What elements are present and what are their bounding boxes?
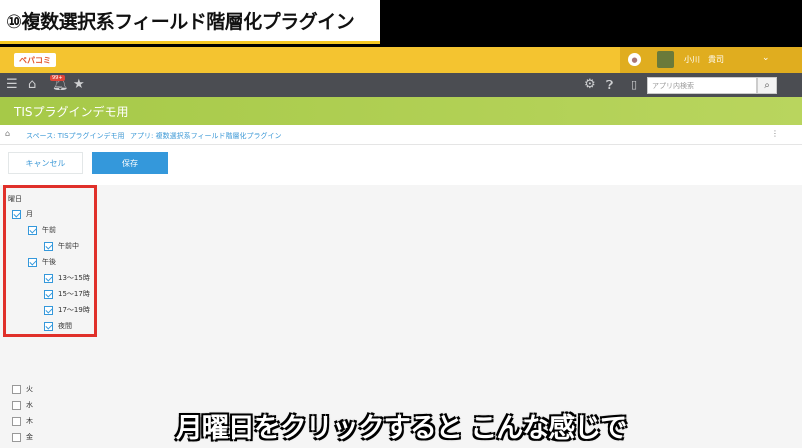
subtitle-text: 月曜日をクリックすると こんな感じで [175,412,627,444]
top-header: ペパコミ ● 小川 貴司 ⌄ [0,47,802,73]
chevron-down-icon[interactable]: ⌄ [762,53,770,63]
gear-icon[interactable]: ⚙ [584,77,596,93]
breadcrumb-space[interactable]: スペース: TISプラグインデモ用 [26,131,125,141]
breadcrumb-app[interactable]: アプリ: 複数選択系フィールド階層化プラグイン [130,131,281,141]
breadcrumb-home-icon[interactable]: ⌂ [5,129,10,138]
action-bar: キャンセル 保存 [0,145,802,185]
highlight-box [3,185,97,337]
cancel-button[interactable]: キャンセル [8,152,83,174]
save-button[interactable]: 保存 [92,152,168,174]
nav-bar: ☰ ⌂ 🔔︎ 99+ ★ ⚙ ❓︎ ▯ アプリ内検索 ⌕ [0,73,802,97]
checkbox[interactable] [12,384,21,394]
avatar[interactable] [657,51,674,68]
checkbox-label: 火 [26,385,33,393]
kintone-app: ペパコミ ● 小川 貴司 ⌄ ☰ ⌂ 🔔︎ 99+ ★ ⚙ ❓︎ ▯ アプリ内検… [0,47,802,448]
help-icon[interactable]: ❓︎ [606,77,613,93]
video-title: ⑩複数選択系フィールド階層化プラグイン [6,11,355,33]
star-icon[interactable]: ★ [73,77,85,93]
notification-icon[interactable]: ● [628,53,641,66]
app-title-band: TISプラグインデモ用 [0,97,802,125]
more-menu-icon[interactable]: ⋮ [771,129,779,138]
breadcrumb-separator: › [120,130,123,138]
breadcrumb: ⌂ スペース: TISプラグインデモ用 › アプリ: 複数選択系フィールド階層化… [0,125,802,145]
video-title-banner: ⑩複数選択系フィールド階層化プラグイン [0,0,380,44]
app-title: TISプラグインデモ用 [14,105,129,119]
logo[interactable]: ペパコミ [14,53,56,67]
menu-icon[interactable]: ☰ [6,77,18,93]
mobile-icon[interactable]: ▯ [631,77,637,93]
video-subtitle: 月曜日をクリックすると こんな感じで [0,402,802,448]
home-icon[interactable]: ⌂ [28,77,36,93]
video-frame: ⑩複数選択系フィールド階層化プラグイン ペパコミ ● 小川 貴司 ⌄ ☰ ⌂ 🔔… [0,0,802,448]
search-icon[interactable]: ⌕ [757,77,777,94]
search-input[interactable]: アプリ内検索 [647,77,757,94]
notification-badge: 99+ [50,75,65,81]
checkbox-item[interactable]: 火 [12,384,33,394]
user-name[interactable]: 小川 貴司 [684,54,724,65]
